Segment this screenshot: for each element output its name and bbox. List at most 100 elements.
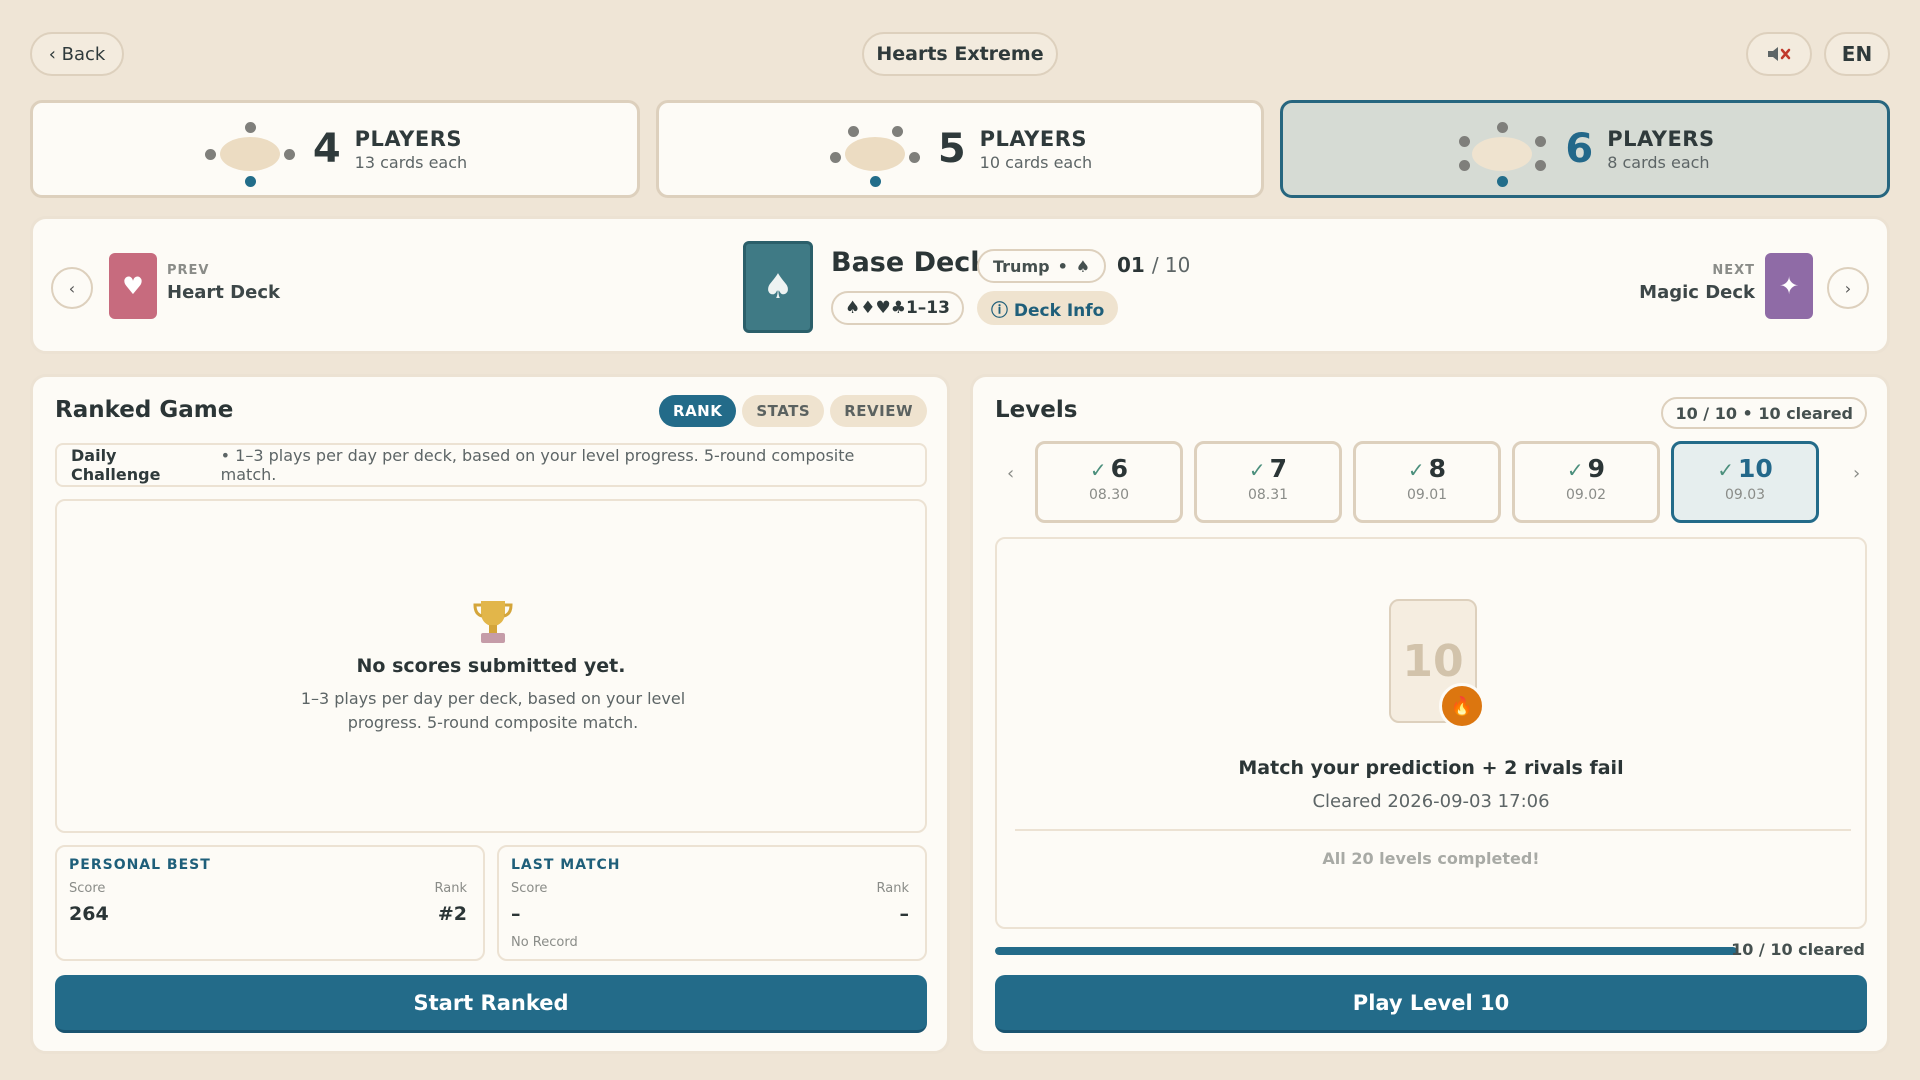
level-number: 6 <box>1110 454 1129 483</box>
level-tile[interactable]: ✓ 6 08.30 <box>1035 441 1183 523</box>
table-icon <box>203 114 297 187</box>
level-progress-fill <box>995 947 1737 955</box>
player-count: 6 <box>1565 126 1594 172</box>
ranked-panel: Ranked Game RANK STATS REVIEW Daily Chal… <box>30 374 950 1054</box>
last-match-title: LAST MATCH <box>511 857 621 873</box>
levels-next-button[interactable]: › <box>1853 463 1860 484</box>
trophy-icon <box>473 601 513 643</box>
score-label: Score <box>511 881 548 896</box>
level-number: 8 <box>1428 454 1447 483</box>
daily-label: Daily Challenge <box>71 446 161 484</box>
language-button[interactable]: EN <box>1824 32 1890 76</box>
level-date: 09.02 <box>1565 487 1607 503</box>
deck-selector: ‹ ♥ PREV Heart Deck ♠ Base Deck Trump • ♠ … <box>30 216 1890 354</box>
next-caption: NEXT <box>1712 263 1755 278</box>
mute-button[interactable] <box>1746 32 1812 76</box>
best-rank: #2 <box>437 903 467 925</box>
table-icon <box>828 114 922 187</box>
level-detail: 10 🔥 Match your prediction + 2 rivals fa… <box>995 537 1867 929</box>
back-button[interactable]: ‹ Back <box>30 32 124 76</box>
spade-icon: ♠ <box>762 267 794 307</box>
cards-each: 13 cards each <box>354 152 468 172</box>
next-deck-name: Magic Deck <box>1639 282 1755 303</box>
rank-label: Rank <box>434 881 467 896</box>
last-score: – <box>511 903 521 925</box>
level-tile[interactable]: ✓ 7 08.31 <box>1194 441 1342 523</box>
players-label: PLAYERS <box>1607 126 1715 151</box>
check-icon: ✓ <box>1566 458 1584 482</box>
level-date: 08.30 <box>1088 487 1130 503</box>
next-deck-thumb[interactable]: ✦ <box>1765 253 1813 319</box>
levels-prev-button[interactable]: ‹ <box>1007 463 1014 484</box>
prev-deck-thumb[interactable]: ♥ <box>109 253 157 319</box>
check-icon: ✓ <box>1089 458 1107 482</box>
tab-stats[interactable]: STATS <box>742 395 825 427</box>
all-complete-text: All 20 levels completed! <box>1322 849 1540 868</box>
daily-challenge-info: Daily Challenge • 1–3 plays per day per … <box>55 443 927 487</box>
table-icon <box>1455 114 1549 187</box>
level-tile[interactable]: ✓ 8 09.01 <box>1353 441 1501 523</box>
trump-badge: Trump • ♠ <box>977 249 1107 283</box>
sparkle-icon: ✦ <box>1778 272 1800 300</box>
chevron-left-icon: ‹ <box>1007 463 1015 484</box>
personal-best-title: PERSONAL BEST <box>69 857 211 873</box>
next-deck-button[interactable]: › <box>1827 267 1869 309</box>
chevron-left-icon: ‹ <box>68 278 76 298</box>
level-progress-bar <box>995 947 1737 955</box>
flame-icon: 🔥 <box>1439 683 1485 729</box>
check-icon: ✓ <box>1248 458 1266 482</box>
daily-text: • 1–3 plays per day per deck, based on y… <box>220 446 855 484</box>
cards-each: 10 cards each <box>979 152 1093 172</box>
levels-panel: Levels 10 / 10 • 10 cleared ‹ ✓ 6 08.30 ✓ 7… <box>970 374 1890 1054</box>
prev-deck-name: Heart Deck <box>167 282 280 303</box>
personal-best-card: PERSONAL BEST Score Rank 264 #2 <box>55 845 485 961</box>
start-ranked-button[interactable]: Start Ranked <box>55 975 927 1033</box>
trump-label: Trump <box>993 256 1050 276</box>
prev-caption: PREV <box>167 263 210 278</box>
current-deck-name: Base Deck <box>831 247 989 278</box>
mode-5-players[interactable]: 5 PLAYERS 10 cards each <box>656 100 1264 198</box>
prev-deck-button[interactable]: ‹ <box>51 267 93 309</box>
ranked-title: Ranked Game <box>55 397 234 423</box>
level-number: 9 <box>1587 454 1606 483</box>
prev-deck-info[interactable]: PREV Heart Deck <box>167 263 280 303</box>
best-score: 264 <box>69 903 109 925</box>
deck-index: 01 <box>1117 253 1145 277</box>
mute-icon <box>1768 47 1791 61</box>
level-tile-selected[interactable]: ✓ 10 09.03 <box>1671 441 1819 523</box>
levels-title: Levels <box>995 397 1078 423</box>
level-date: 09.01 <box>1406 487 1448 503</box>
player-count: 5 <box>937 126 966 172</box>
score-label: Score <box>69 881 106 896</box>
empty-text: 1–3 plays per day per deck, based on you… <box>300 689 686 732</box>
level-goal: Match your prediction + 2 rivals fail <box>1238 757 1624 779</box>
deck-total: / 10 <box>1151 253 1191 277</box>
play-level-button[interactable]: Play Level 10 <box>995 975 1867 1033</box>
rank-label: Rank <box>876 881 909 896</box>
level-tile[interactable]: ✓ 9 09.02 <box>1512 441 1660 523</box>
suits-badge: ♠♦♥♣1–13 <box>831 291 964 325</box>
chevron-right-icon: › <box>1844 278 1852 298</box>
tab-review[interactable]: REVIEW <box>830 395 927 427</box>
level-date: 09.03 <box>1724 487 1766 503</box>
scores-area: No scores submitted yet. 1–3 plays per d… <box>55 499 927 833</box>
player-count: 4 <box>312 126 341 172</box>
tab-rank[interactable]: RANK <box>659 395 737 427</box>
cards-each: 8 cards each <box>1607 152 1710 172</box>
chevron-right-icon: › <box>1853 463 1861 484</box>
next-deck-info[interactable]: NEXT Magic Deck <box>1639 263 1755 303</box>
level-number: 10 <box>1737 454 1773 483</box>
base-deck-card: ♠ <box>743 241 813 333</box>
mode-6-players[interactable]: 6 PLAYERS 8 cards each <box>1280 100 1890 198</box>
level-number: 7 <box>1269 454 1288 483</box>
players-label: PLAYERS <box>979 126 1088 151</box>
game-title: Hearts Extreme <box>862 32 1058 76</box>
deck-info-button[interactable]: ⓘ Deck Info <box>977 291 1119 325</box>
last-rank: – <box>899 903 910 925</box>
divider <box>1015 829 1851 831</box>
mode-4-players[interactable]: 4 PLAYERS 13 cards each <box>30 100 640 198</box>
heart-icon: ♥ <box>122 272 144 300</box>
level-cleared-time: Cleared 2026-09-03 17:06 <box>1312 791 1550 812</box>
deck-counter: 01 / 10 <box>1117 253 1190 277</box>
check-icon: ✓ <box>1407 458 1425 482</box>
